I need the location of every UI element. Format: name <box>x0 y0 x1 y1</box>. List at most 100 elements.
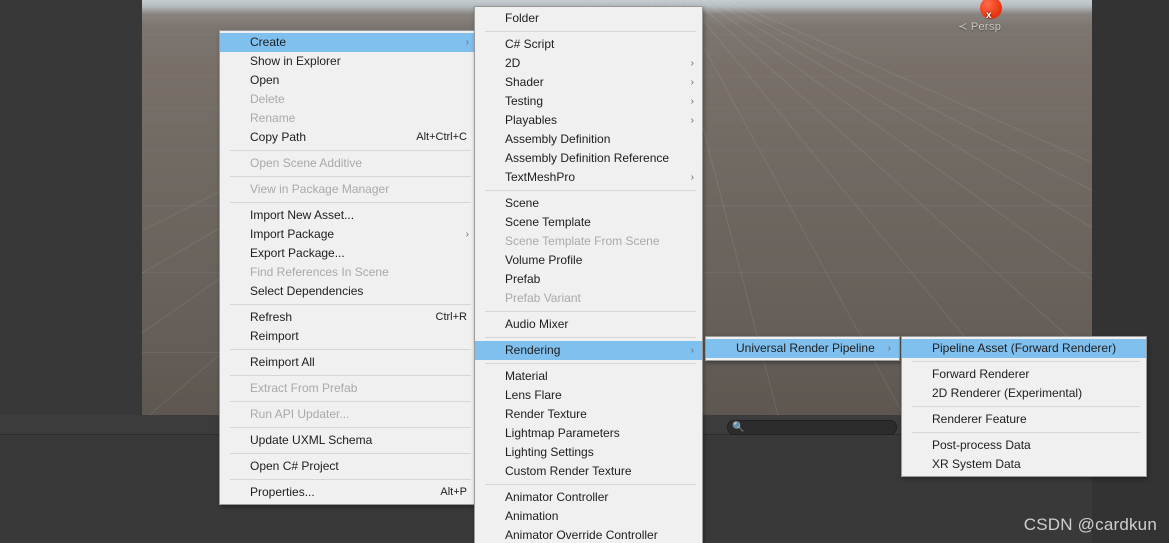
menu-item-reimport[interactable]: Reimport <box>220 327 477 346</box>
unity-editor-window: x ≺ Persp Assets Models Scenes <box>0 0 1169 543</box>
menu-item-label: Select Dependencies <box>250 284 364 298</box>
menu-item-export-package[interactable]: Export Package... <box>220 244 477 263</box>
menu-item-label: Scene Template From Scene <box>505 234 660 248</box>
menu-item-animation[interactable]: Animation <box>475 507 702 526</box>
menu-item-prefab-variant: Prefab Variant <box>475 289 702 308</box>
menu-item-rendering[interactable]: Rendering › <box>475 341 702 360</box>
menu-item-label: Post-process Data <box>932 438 1031 452</box>
menu-item-playables[interactable]: Playables › <box>475 111 702 130</box>
rendering-submenu[interactable]: Universal Render Pipeline › <box>705 336 900 361</box>
menu-item-refresh[interactable]: Refresh Ctrl+R <box>220 308 477 327</box>
menu-item-custom-render-texture[interactable]: Custom Render Texture <box>475 462 702 481</box>
urp-submenu[interactable]: Pipeline Asset (Forward Renderer) Forward… <box>901 336 1147 477</box>
menu-item-2d-renderer-experimental[interactable]: 2D Renderer (Experimental) <box>902 384 1146 403</box>
gizmo-perspective-label[interactable]: ≺ Persp <box>958 20 1001 33</box>
menu-item-update-uxml-schema[interactable]: Update UXML Schema <box>220 431 477 450</box>
menu-item-label: Pipeline Asset (Forward Renderer) <box>932 341 1117 355</box>
menu-item-label: Material <box>505 369 548 383</box>
menu-item-scene-template[interactable]: Scene Template <box>475 213 702 232</box>
menu-item-properties[interactable]: Properties... Alt+P <box>220 483 477 502</box>
menu-item-label: Animation <box>505 509 559 523</box>
chevron-right-icon: › <box>690 172 694 183</box>
menu-item-label: Extract From Prefab <box>250 381 358 395</box>
menu-separator <box>230 479 471 480</box>
menu-item-import-new-asset[interactable]: Import New Asset... <box>220 206 477 225</box>
menu-item-scene-template-from-scene: Scene Template From Scene <box>475 232 702 251</box>
menu-item-label: Render Texture <box>505 407 587 421</box>
hierarchy-panel <box>0 0 142 415</box>
chevron-right-icon: › <box>465 37 469 48</box>
menu-item-label: Refresh <box>250 310 293 324</box>
menu-item-shortcut: Alt+Ctrl+C <box>416 131 467 143</box>
menu-item-testing[interactable]: Testing › <box>475 92 702 111</box>
menu-item-show-in-explorer[interactable]: Show in Explorer <box>220 52 477 71</box>
chevron-right-icon: › <box>887 343 891 354</box>
menu-item-label: Scene Template <box>505 215 591 229</box>
menu-item-lens-flare[interactable]: Lens Flare <box>475 386 702 405</box>
menu-item-shortcut: Alt+P <box>440 486 467 498</box>
menu-item-volume-profile[interactable]: Volume Profile <box>475 251 702 270</box>
menu-item-assembly-definition-reference[interactable]: Assembly Definition Reference <box>475 149 702 168</box>
menu-item-render-texture[interactable]: Render Texture <box>475 405 702 424</box>
menu-item-import-package[interactable]: Import Package › <box>220 225 477 244</box>
menu-item-lightmap-parameters[interactable]: Lightmap Parameters <box>475 424 702 443</box>
menu-item-textmeshpro[interactable]: TextMeshPro › <box>475 168 702 187</box>
menu-item-post-process-data[interactable]: Post-process Data <box>902 436 1146 455</box>
menu-separator <box>230 150 471 151</box>
menu-item-reimport-all[interactable]: Reimport All <box>220 353 477 372</box>
menu-item-label: TextMeshPro <box>505 170 576 184</box>
menu-item-create[interactable]: Create › <box>220 33 477 52</box>
menu-item-find-references-in-scene: Find References In Scene <box>220 263 477 282</box>
watermark-text: CSDN @cardkun <box>1023 515 1157 534</box>
menu-separator <box>230 401 471 402</box>
menu-item-label: Open C# Project <box>250 459 339 473</box>
menu-item-xr-system-data[interactable]: XR System Data <box>902 455 1146 474</box>
context-menu[interactable]: Create › Show in Explorer Open Delete Rename C… <box>219 30 478 505</box>
menu-item-label: Lens Flare <box>505 388 562 402</box>
menu-item-lighting-settings[interactable]: Lighting Settings <box>475 443 702 462</box>
menu-item-copy-path[interactable]: Copy Path Alt+Ctrl+C <box>220 128 477 147</box>
menu-item-label: Delete <box>250 92 285 106</box>
chevron-right-icon: › <box>690 345 694 356</box>
menu-item-prefab[interactable]: Prefab <box>475 270 702 289</box>
menu-item-scene[interactable]: Scene <box>475 194 702 213</box>
menu-separator <box>230 427 471 428</box>
menu-item-pipeline-asset-forward-renderer[interactable]: Pipeline Asset (Forward Renderer) <box>902 339 1146 358</box>
menu-item-rename: Rename <box>220 109 477 128</box>
menu-item-material[interactable]: Material <box>475 367 702 386</box>
menu-separator <box>485 363 696 364</box>
menu-item-label: XR System Data <box>932 457 1021 471</box>
menu-item-label: Find References In Scene <box>250 265 389 279</box>
menu-item-renderer-feature[interactable]: Renderer Feature <box>902 410 1146 429</box>
menu-item-label: Volume Profile <box>505 253 583 267</box>
menu-item-label: Rendering <box>505 343 561 357</box>
menu-item-animator-controller[interactable]: Animator Controller <box>475 488 702 507</box>
menu-separator <box>485 31 696 32</box>
scene-view-gizmo[interactable]: x ≺ Persp <box>948 0 1034 48</box>
menu-item-folder[interactable]: Folder <box>475 9 702 28</box>
create-submenu[interactable]: Folder C# Script 2D › Shader › Testing › Playabl… <box>474 6 703 543</box>
menu-separator <box>485 190 696 191</box>
menu-item-label: C# Script <box>505 37 555 51</box>
menu-item-open[interactable]: Open <box>220 71 477 90</box>
menu-item-label: Rename <box>250 111 296 125</box>
chevron-right-icon: › <box>690 115 694 126</box>
menu-item-forward-renderer[interactable]: Forward Renderer <box>902 365 1146 384</box>
menu-item-2d[interactable]: 2D › <box>475 54 702 73</box>
menu-separator <box>912 406 1140 407</box>
menu-item-universal-render-pipeline[interactable]: Universal Render Pipeline › <box>706 339 899 358</box>
menu-item-open-c-project[interactable]: Open C# Project <box>220 457 477 476</box>
menu-item-label: Properties... <box>250 485 315 499</box>
search-input[interactable]: 🔍 <box>727 420 897 435</box>
menu-item-animator-override-controller[interactable]: Animator Override Controller <box>475 526 702 543</box>
menu-item-c-script[interactable]: C# Script <box>475 35 702 54</box>
menu-item-audio-mixer[interactable]: Audio Mixer <box>475 315 702 334</box>
menu-item-label: Show in Explorer <box>250 54 341 68</box>
menu-item-select-dependencies[interactable]: Select Dependencies <box>220 282 477 301</box>
menu-item-label: Lighting Settings <box>505 445 594 459</box>
menu-item-shader[interactable]: Shader › <box>475 73 702 92</box>
menu-item-label: Prefab Variant <box>505 291 581 305</box>
menu-item-label: Renderer Feature <box>932 412 1027 426</box>
menu-item-label: Open Scene Additive <box>250 156 363 170</box>
menu-item-assembly-definition[interactable]: Assembly Definition <box>475 130 702 149</box>
